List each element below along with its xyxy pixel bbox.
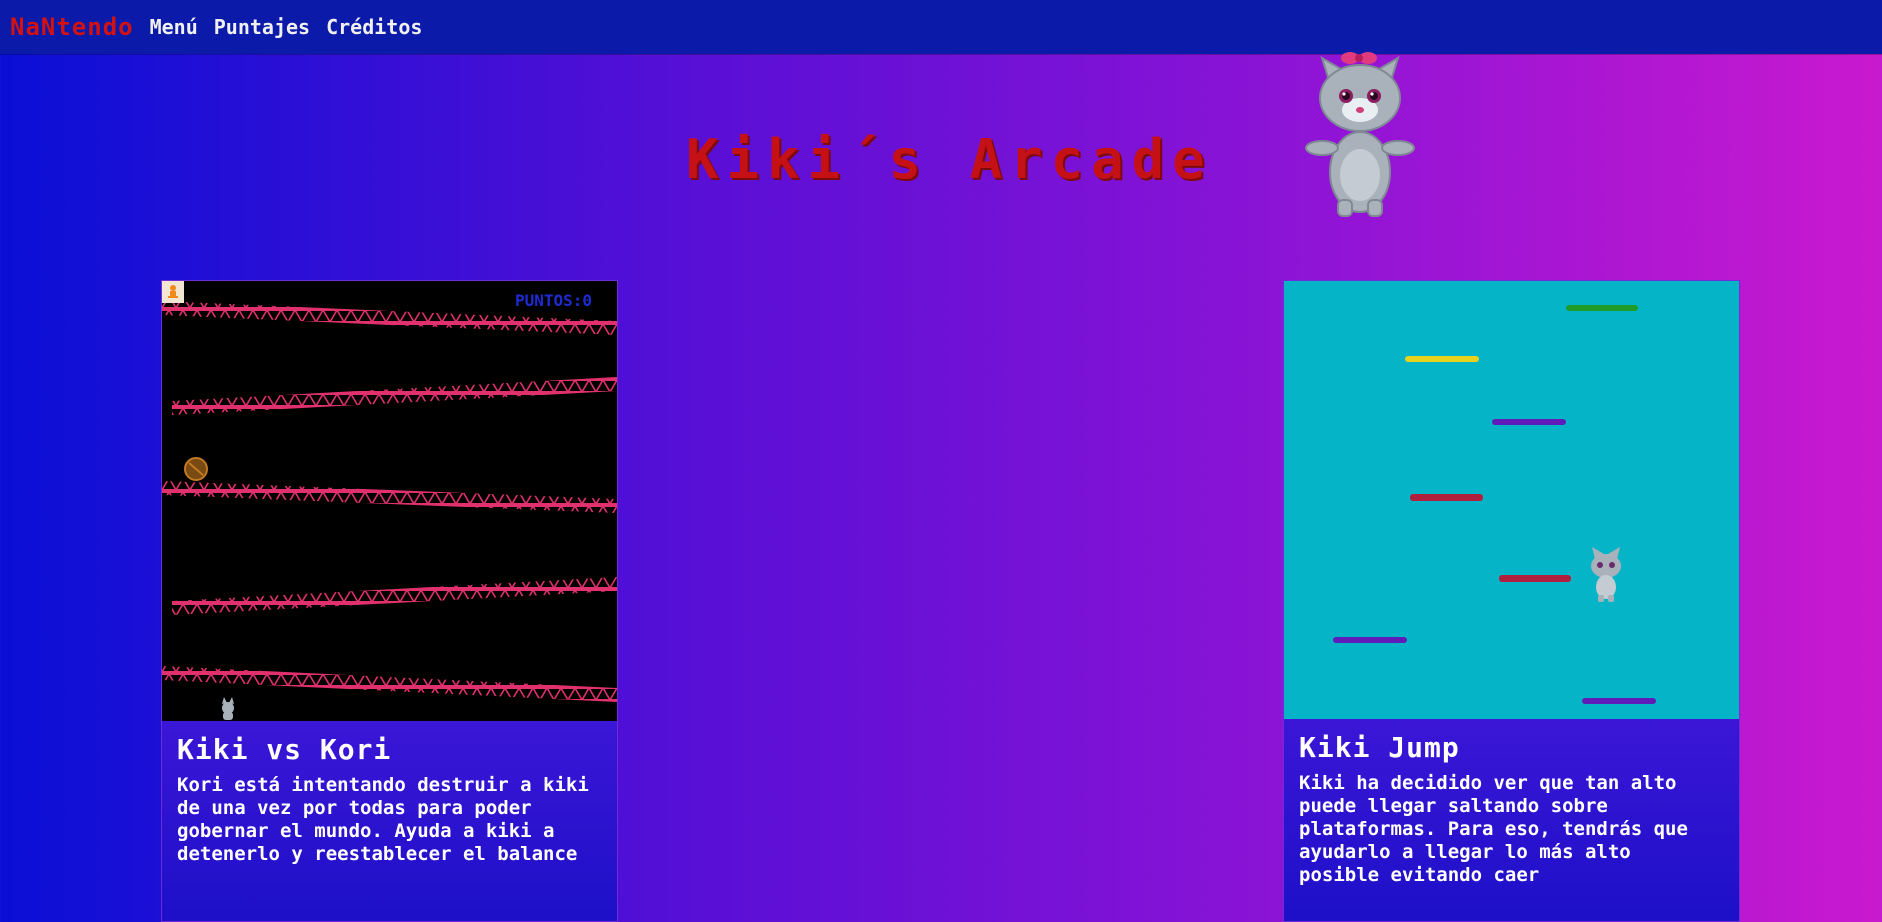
nav-link-puntajes[interactable]: Puntajes xyxy=(214,15,310,39)
card-description: Kiki ha decidido ver que tan alto puede … xyxy=(1299,772,1688,886)
page-title: Kiki´s Arcade xyxy=(686,128,1213,192)
girders-layer xyxy=(162,301,617,720)
platform-green xyxy=(1566,305,1638,311)
girder-2 xyxy=(172,377,617,415)
platforms-layer xyxy=(1333,305,1656,704)
card-description: Kori está intentando destruir a kiki de … xyxy=(177,774,589,865)
game-preview-kiki-vs-kori[interactable]: PUNTOS:0 xyxy=(162,281,617,722)
cat-mascot-icon xyxy=(1305,52,1415,217)
player-icon xyxy=(222,697,234,720)
player-lives-icon xyxy=(162,281,184,303)
girder-3 xyxy=(162,481,617,513)
score-label: PUNTOS:0 xyxy=(514,291,592,310)
card-title[interactable]: Kiki Jump xyxy=(1299,731,1724,764)
platform-yellow xyxy=(1405,356,1479,362)
platform-purple-3 xyxy=(1582,698,1656,704)
barrel-icon xyxy=(184,457,208,481)
platform-red-2 xyxy=(1499,575,1571,582)
girder-4 xyxy=(172,577,617,615)
girder-5 xyxy=(162,666,617,702)
game-card-kiki-jump[interactable]: Kiki Jump Kiki ha decidido ver que tan a… xyxy=(1283,280,1740,922)
nav-link-creditos[interactable]: Créditos xyxy=(326,15,422,39)
card-body-kiki-vs-kori: Kiki vs Kori Kori está intentando destru… xyxy=(162,721,617,921)
nav-link-menu[interactable]: Menú xyxy=(150,15,198,39)
top-navbar: NaNtendo Menú Puntajes Créditos xyxy=(0,0,1882,54)
platform-purple-1 xyxy=(1492,419,1566,425)
platform-purple-2 xyxy=(1333,637,1407,643)
card-body-kiki-jump: Kiki Jump Kiki ha decidido ver que tan a… xyxy=(1284,719,1739,921)
game-card-kiki-vs-kori[interactable]: PUNTOS:0 Kiki vs Kori Kori está intentan… xyxy=(161,280,618,922)
game-preview-kiki-jump[interactable] xyxy=(1284,281,1739,719)
card-title[interactable]: Kiki vs Kori xyxy=(177,733,602,766)
platform-red-1 xyxy=(1410,494,1483,501)
brand-logo[interactable]: NaNtendo xyxy=(10,13,134,41)
kiki-player-icon xyxy=(1591,547,1621,602)
